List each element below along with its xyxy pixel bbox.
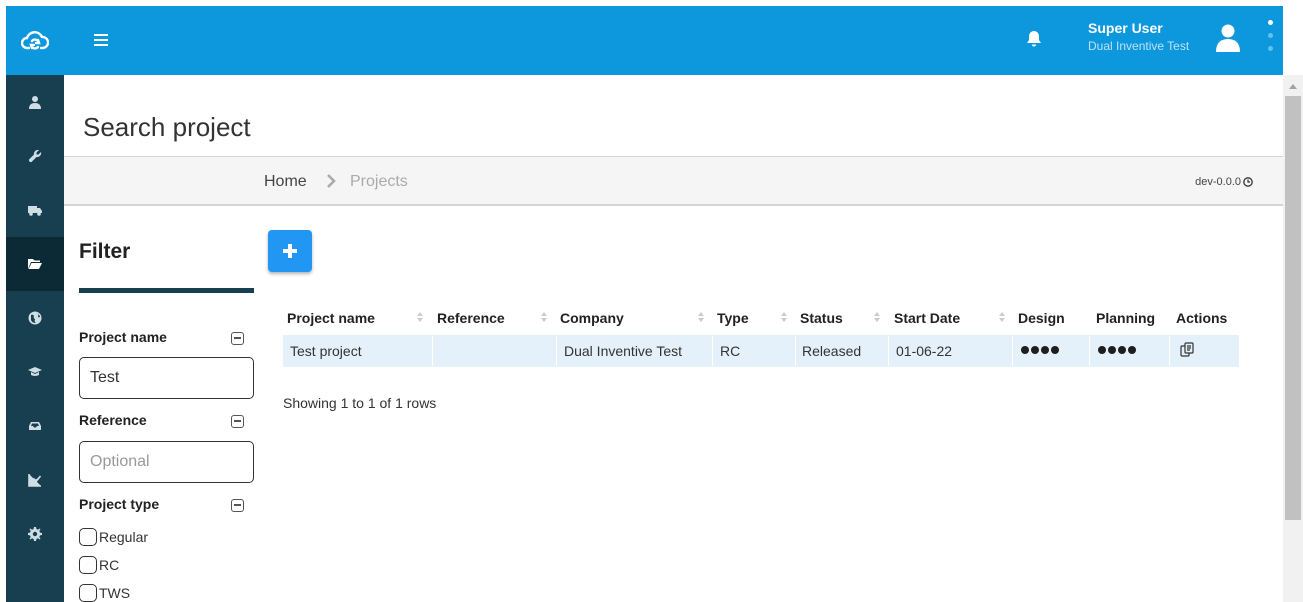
regular-label: Regular xyxy=(99,529,149,545)
planning-progress-dots xyxy=(1098,346,1136,354)
version-text: dev-0.0.0 xyxy=(1195,176,1241,188)
column-divider xyxy=(888,336,889,366)
clock-icon xyxy=(1243,177,1253,187)
plus-icon xyxy=(283,244,297,258)
project-type-label: Project type xyxy=(79,496,160,512)
line-chart-icon xyxy=(28,474,42,487)
column-header-design: Design xyxy=(1018,310,1065,326)
wrench-icon xyxy=(28,149,42,163)
column-header-start-date[interactable]: Start Date xyxy=(894,310,960,326)
truck-icon xyxy=(28,206,42,216)
breadcrumb-home-link[interactable]: Home xyxy=(264,173,307,191)
chevron-right-icon xyxy=(327,174,336,188)
sort-icon[interactable] xyxy=(998,309,1006,325)
rc-checkbox[interactable] xyxy=(79,556,97,574)
reference-label: Reference xyxy=(79,412,147,428)
reference-collapse-icon[interactable] xyxy=(231,415,244,428)
cloud-sync-logo-icon[interactable] xyxy=(6,6,64,75)
bell-icon[interactable] xyxy=(1026,30,1042,48)
sidebar-item-map[interactable] xyxy=(6,291,64,345)
project-name-collapse-icon[interactable] xyxy=(231,332,244,345)
column-divider xyxy=(795,336,796,366)
user-name[interactable]: Super User xyxy=(1088,20,1163,36)
sort-icon[interactable] xyxy=(540,309,548,325)
sidebar-item-users[interactable] xyxy=(6,75,64,129)
column-header-actions: Actions xyxy=(1176,310,1228,326)
project-type-option-rc[interactable]: RC xyxy=(79,556,119,574)
tws-label: TWS xyxy=(99,585,131,601)
more-options-icon[interactable] xyxy=(1268,20,1274,60)
scrollbar-thumb[interactable] xyxy=(1285,96,1301,520)
breadcrumb: Home Projects dev-0.0.0 xyxy=(64,157,1283,206)
sort-icon[interactable] xyxy=(873,309,881,325)
column-header-project-name[interactable]: Project name xyxy=(287,310,375,326)
sidebar xyxy=(6,6,64,602)
column-header-status[interactable]: Status xyxy=(800,310,843,326)
design-progress-dots xyxy=(1021,346,1059,354)
cell-type: RC xyxy=(720,343,741,359)
globe-icon xyxy=(28,311,42,325)
user-avatar-icon[interactable] xyxy=(1215,24,1241,52)
column-divider xyxy=(432,336,433,366)
filter-underline xyxy=(79,288,254,293)
column-header-planning: Planning xyxy=(1096,310,1156,326)
page-title: Search project xyxy=(83,112,251,142)
sidebar-item-vehicles[interactable] xyxy=(6,183,64,237)
project-name-label: Project name xyxy=(79,329,167,345)
sidebar-item-training[interactable] xyxy=(6,345,64,399)
project-type-option-regular[interactable]: Regular xyxy=(79,528,148,546)
inbox-icon xyxy=(29,422,41,430)
sidebar-item-inbox[interactable] xyxy=(6,399,64,453)
user-organization: Dual Inventive Test xyxy=(1088,39,1190,53)
project-type-option-tws[interactable]: TWS xyxy=(79,584,130,602)
tws-checkbox[interactable] xyxy=(79,584,97,602)
cog-icon xyxy=(28,527,42,541)
filter-title: Filter xyxy=(79,240,131,263)
rc-label: RC xyxy=(99,557,120,573)
cell-status: Released xyxy=(802,343,862,359)
column-header-company[interactable]: Company xyxy=(560,310,624,326)
add-project-button[interactable] xyxy=(268,230,312,272)
sidebar-item-settings[interactable] xyxy=(6,507,64,561)
column-divider xyxy=(1089,336,1090,366)
sidebar-item-reports[interactable] xyxy=(6,453,64,507)
user-icon xyxy=(29,96,41,109)
version-label[interactable]: dev-0.0.0 xyxy=(1195,176,1253,188)
sort-icon[interactable] xyxy=(416,309,424,325)
graduation-cap-icon xyxy=(28,367,42,376)
scroll-up-arrow-icon[interactable] xyxy=(1289,84,1297,89)
column-divider xyxy=(712,336,713,366)
regular-checkbox[interactable] xyxy=(79,528,97,546)
column-header-type[interactable]: Type xyxy=(717,310,749,326)
breadcrumb-current: Projects xyxy=(350,173,408,190)
folder-open-icon xyxy=(28,259,42,269)
cell-company: Dual Inventive Test xyxy=(564,343,683,359)
column-header-reference[interactable]: Reference xyxy=(437,310,505,326)
table-row[interactable] xyxy=(283,335,1239,367)
project-name-input[interactable] xyxy=(79,357,254,399)
sidebar-item-tools[interactable] xyxy=(6,129,64,183)
copy-icon[interactable] xyxy=(1180,342,1194,357)
cell-project-name: Test project xyxy=(290,343,362,359)
column-divider xyxy=(1169,336,1170,366)
sidebar-item-projects[interactable] xyxy=(6,237,64,291)
column-divider xyxy=(1012,336,1013,366)
project-type-collapse-icon[interactable] xyxy=(231,499,244,512)
pagination-info: Showing 1 to 1 of 1 rows xyxy=(283,395,437,411)
column-divider xyxy=(556,336,557,366)
topbar: Super User Dual Inventive Test xyxy=(64,6,1283,75)
reference-input[interactable] xyxy=(79,441,254,483)
sort-icon[interactable] xyxy=(780,309,788,325)
hamburger-menu-icon[interactable] xyxy=(94,34,108,46)
cell-start-date: 01-06-22 xyxy=(896,343,953,359)
sort-icon[interactable] xyxy=(697,309,705,325)
